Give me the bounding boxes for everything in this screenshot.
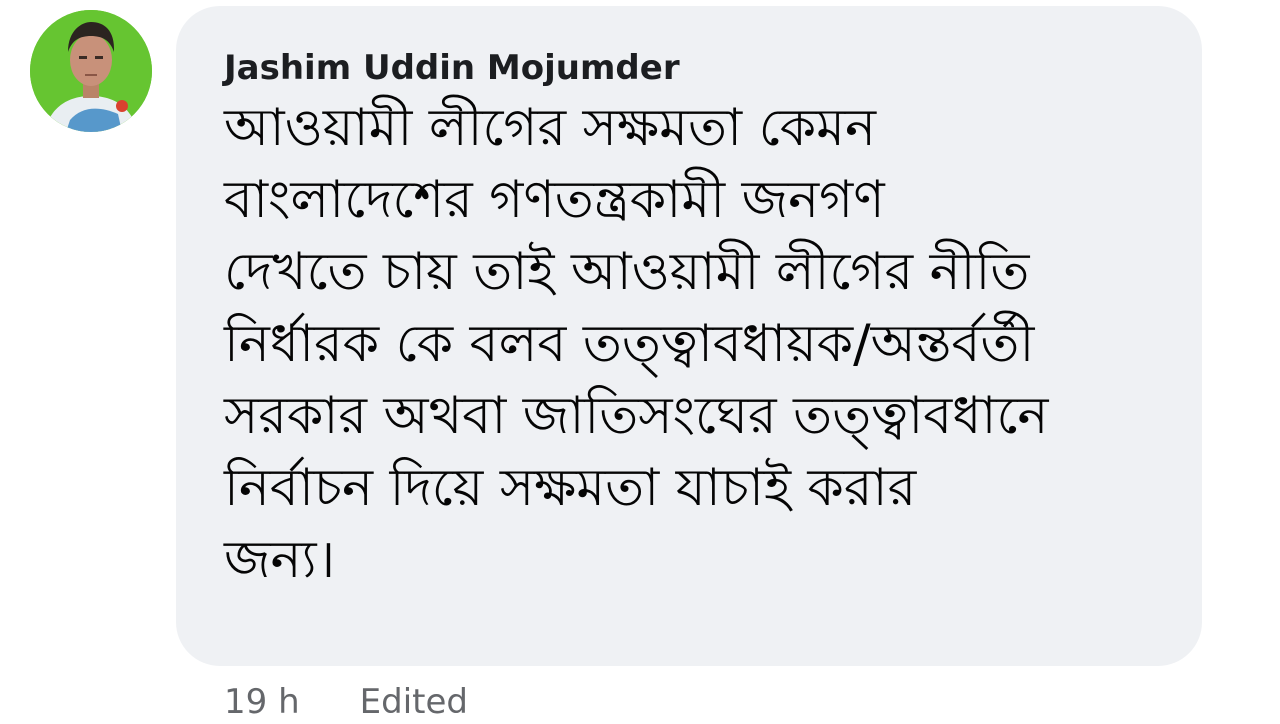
comment-text: আওয়ামী লীগের সক্ষমতা কেমন বাংলাদেশের গণ… [224, 98, 1049, 590]
comment-author-name[interactable]: Jashim Uddin Mojumder [224, 46, 1162, 90]
comment-meta: 19 h Edited [224, 680, 468, 724]
comment-bubble: Jashim Uddin Mojumder আওয়ামী লীগের সক্ষ… [176, 6, 1202, 666]
edited-label: Edited [359, 682, 468, 722]
comment-timestamp[interactable]: 19 h [224, 682, 300, 722]
avatar[interactable] [30, 10, 152, 132]
avatar-photo-icon [30, 10, 152, 132]
comment-container: Jashim Uddin Mojumder আওয়ামী লীগের সক্ষ… [0, 0, 1280, 722]
